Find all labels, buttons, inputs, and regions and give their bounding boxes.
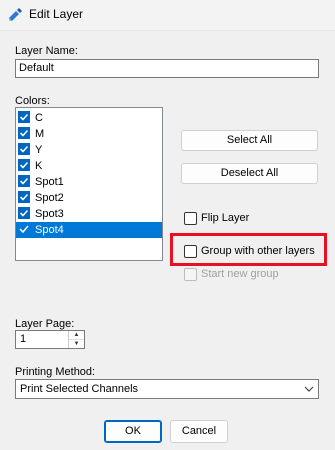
checkbox-checked-icon[interactable] (18, 159, 30, 171)
stepper-buttons[interactable]: ▲ ▼ (68, 331, 84, 348)
checkbox-checked-icon[interactable] (18, 223, 30, 235)
list-item-c[interactable]: C (16, 110, 162, 126)
list-item-label: Spot3 (35, 208, 64, 220)
checkbox-checked-icon[interactable] (18, 143, 30, 155)
group-with-other-layers-label[interactable]: Group with other layers (201, 245, 315, 257)
title-bar[interactable]: Edit Layer (0, 0, 335, 31)
list-item-spot4[interactable]: Spot4 (16, 222, 162, 238)
colors-list[interactable]: C M Y K Spot1 Spot2 Spot3 Spot4 (15, 107, 163, 261)
list-item-spot2[interactable]: Spot2 (16, 190, 162, 206)
flip-layer-checkbox[interactable] (184, 212, 197, 225)
list-item-m[interactable]: M (16, 126, 162, 142)
checkbox-checked-icon[interactable] (18, 175, 30, 187)
layer-page-stepper[interactable]: 1 ▲ ▼ (15, 330, 85, 349)
list-item-spot3[interactable]: Spot3 (16, 206, 162, 222)
layer-name-label: Layer Name: (15, 45, 78, 57)
list-item-label: Spot4 (35, 224, 64, 236)
printing-method-label: Printing Method: (15, 366, 96, 378)
select-all-button[interactable]: Select All (181, 130, 318, 151)
list-item-label: M (35, 128, 45, 140)
cancel-button[interactable]: Cancel (170, 420, 228, 443)
list-item-label: C (35, 112, 43, 124)
deselect-all-button[interactable]: Deselect All (181, 163, 318, 184)
list-item-k[interactable]: K (16, 158, 162, 174)
printing-method-select[interactable]: Print Selected Channels (15, 379, 319, 399)
layer-page-label: Layer Page: (15, 318, 75, 330)
list-item-label: Spot1 (35, 176, 64, 188)
flip-layer-label[interactable]: Flip Layer (201, 212, 249, 224)
list-item-label: Spot2 (35, 192, 64, 204)
start-new-group-label: Start new group (201, 268, 279, 280)
checkbox-checked-icon[interactable] (18, 127, 30, 139)
list-item-label: K (35, 160, 43, 172)
checkbox-checked-icon[interactable] (18, 207, 30, 219)
list-item-label: Y (35, 144, 43, 156)
edit-layer-icon (9, 8, 22, 21)
checkbox-checked-icon[interactable] (18, 111, 30, 123)
checkbox-checked-icon[interactable] (18, 191, 30, 203)
colors-label: Colors: (15, 95, 50, 107)
layer-name-input[interactable]: Default (15, 59, 319, 78)
list-item-spot1[interactable]: Spot1 (16, 174, 162, 190)
ok-button[interactable]: OK (104, 420, 162, 443)
list-item-y[interactable]: Y (16, 142, 162, 158)
stepper-down-icon[interactable]: ▼ (69, 340, 84, 348)
start-new-group-checkbox[interactable] (184, 268, 197, 281)
layer-page-value[interactable]: 1 (20, 333, 26, 345)
window-title: Edit Layer (29, 7, 84, 21)
printing-method-value[interactable]: Print Selected Channels (20, 383, 138, 395)
chevron-down-icon[interactable] (304, 384, 314, 394)
stepper-up-icon[interactable]: ▲ (69, 331, 84, 340)
group-with-other-layers-checkbox[interactable] (184, 245, 197, 258)
